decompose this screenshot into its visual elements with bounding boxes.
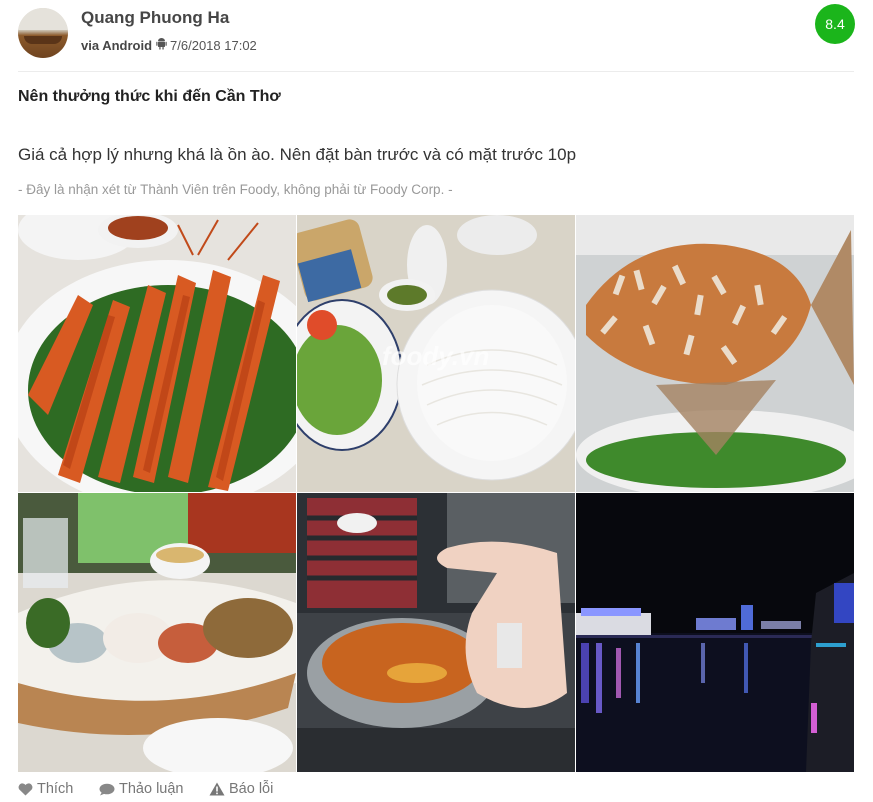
warning-icon xyxy=(209,782,225,796)
avatar[interactable] xyxy=(18,8,68,58)
photo-grilled-prawns[interactable] xyxy=(18,215,296,492)
watermark-text: foody.vn xyxy=(382,341,489,371)
photo-hotpot-pot[interactable] xyxy=(297,493,575,772)
photo-fried-fish[interactable] xyxy=(576,215,854,492)
report-label: Báo lỗi xyxy=(229,781,274,797)
heart-icon xyxy=(18,782,33,795)
photo-hotpot-platter[interactable] xyxy=(18,493,296,772)
review-title[interactable]: Nên thưởng thức khi đến Cần Thơ xyxy=(18,88,281,106)
like-label: Thích xyxy=(37,781,74,797)
score-badge: 8.4 xyxy=(815,4,855,44)
review-timestamp: 7/6/2018 17:02 xyxy=(170,38,257,53)
discuss-button[interactable]: Thảo luận xyxy=(99,781,184,797)
disclaimer: - Đây là nhận xét từ Thành Viên trên Foo… xyxy=(18,182,453,197)
photo-rice-noodles-salad[interactable]: foody.vn xyxy=(297,215,575,492)
comment-icon xyxy=(99,783,115,795)
android-icon xyxy=(156,38,167,53)
photo-night-river[interactable] xyxy=(576,493,854,772)
review-meta: via Android 7/6/2018 17:02 xyxy=(81,38,257,53)
author-name[interactable]: Quang Phuong Ha xyxy=(81,8,229,28)
report-button[interactable]: Báo lỗi xyxy=(209,781,273,797)
like-button[interactable]: Thích xyxy=(18,781,73,797)
review-body: Giá cả hợp lý nhưng khá là ồn ào. Nên đặ… xyxy=(18,145,577,164)
via-label: via Android xyxy=(81,38,153,53)
discuss-label: Thảo luận xyxy=(119,781,184,797)
divider xyxy=(18,71,854,72)
